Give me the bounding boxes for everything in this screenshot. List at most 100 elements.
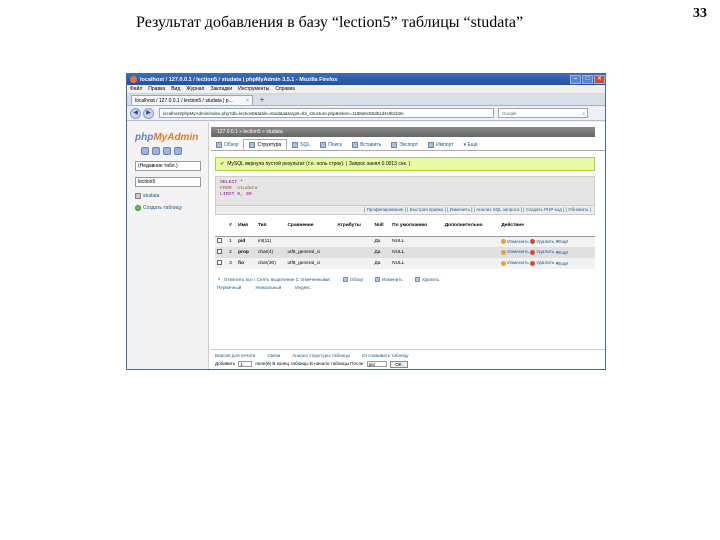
tab-import[interactable]: Импорт <box>423 139 458 150</box>
arrow-icon: ↳ <box>217 276 221 281</box>
menu-view[interactable]: Вид <box>171 86 180 92</box>
tab-more[interactable]: ▾ Ещё <box>459 139 483 150</box>
add-position-options[interactable]: поле(й) В конец таблицы В начало таблицы… <box>255 361 363 368</box>
delete-icon <box>530 260 536 266</box>
docs-icon[interactable] <box>163 147 171 155</box>
unique-button[interactable]: Уникальный <box>255 285 281 290</box>
col-collation[interactable]: Сравнение <box>285 222 336 237</box>
menu-help[interactable]: Справка <box>275 86 295 92</box>
more-link[interactable]: ▾Ещё <box>556 240 568 245</box>
breadcrumb[interactable]: 127.0.0.1 » lection5 » studata <box>211 127 595 137</box>
table-row: 1 pid int(11) Да NULL Изменить Удалить ▾… <box>215 236 595 247</box>
structure-table: # Имя Тип Сравнение Атрибуты Null По умо… <box>215 222 595 269</box>
menu-edit[interactable]: Правка <box>148 86 165 92</box>
col-extra[interactable]: Дополнительно <box>442 222 500 237</box>
create-table-link[interactable]: Создать таблицу <box>135 205 208 211</box>
browser-screenshot: localhost / 127.0.0.1 / lection5 / studa… <box>126 73 606 370</box>
col-name[interactable]: Имя <box>236 222 256 237</box>
sql-links[interactable]: [ Профилирование ] [ Быстрая правка ] [ … <box>215 206 595 215</box>
tab-close-icon[interactable]: × <box>246 98 249 104</box>
browse-selected-button[interactable]: Обзор <box>342 276 363 282</box>
search-box[interactable]: Google ⌕ <box>498 108 588 118</box>
firefox-icon <box>130 76 137 83</box>
select-all-link[interactable]: Отметить все / Снять выделение С отмечен… <box>224 277 331 282</box>
sql-icon[interactable] <box>152 147 160 155</box>
col-num: # <box>227 222 237 237</box>
settings-icon[interactable] <box>174 147 182 155</box>
sidebar-table-studata[interactable]: studata <box>135 193 208 199</box>
delete-link[interactable]: Удалить <box>530 238 555 245</box>
change-selected-button[interactable]: Изменить <box>375 276 403 282</box>
delete-selected-button[interactable]: Удалить <box>414 276 439 282</box>
add-count-input[interactable]: 1 <box>238 361 253 367</box>
menu-bookmarks[interactable]: Закладки <box>210 86 232 92</box>
table-row: 3 fio char(30) utf8_general_ci Да NULL И… <box>215 258 595 269</box>
success-message: ✔ MySQL вернула пустой результат (т.е. н… <box>215 157 595 171</box>
more-link[interactable]: ▾Ещё <box>556 250 568 255</box>
menu-tools[interactable]: Инструменты <box>238 86 269 92</box>
col-null[interactable]: Null <box>372 222 391 237</box>
tab-browse[interactable]: Обзор <box>211 139 243 150</box>
pma-main: 127.0.0.1 » lection5 » studata Обзор Стр… <box>211 122 605 369</box>
delete-link[interactable]: Удалить <box>530 249 555 255</box>
tab-sql[interactable]: SQL <box>287 139 315 150</box>
primary-button[interactable]: Первичный <box>217 285 241 290</box>
pma-sidebar: phpMyAdmin (Недавние табл.) lection5 stu… <box>127 122 209 369</box>
back-button[interactable]: ◀ <box>130 107 141 119</box>
row-checkbox[interactable] <box>217 249 222 254</box>
browse-icon <box>342 276 348 282</box>
delete-icon <box>414 276 420 282</box>
tab-bar: localhost / 127.0.0.1 / lection5 / studa… <box>127 94 605 106</box>
col-default[interactable]: По умолчанию <box>390 222 443 237</box>
edit-link[interactable]: Изменить <box>501 249 529 255</box>
pencil-icon <box>501 238 507 244</box>
tab-search[interactable]: Поиск <box>315 139 347 150</box>
index-actions: Первичный Уникальный Индекс <box>217 285 605 290</box>
delete-link[interactable]: Удалить <box>530 260 555 266</box>
browser-tab[interactable]: localhost / 127.0.0.1 / lection5 / studa… <box>131 95 253 105</box>
table-row: 2 prop char(4) utf8_general_ci Да NULL И… <box>215 247 595 258</box>
recent-tables-select[interactable]: (Недавние табл.) <box>135 161 201 171</box>
menu-history[interactable]: Журнал <box>186 86 204 92</box>
database-select[interactable]: lection5 <box>135 177 201 187</box>
slide-title: Результат добавления в базу “lection5” т… <box>136 14 524 31</box>
home-icon[interactable] <box>141 147 149 155</box>
forward-button[interactable]: ▶ <box>143 107 154 119</box>
track-table-link[interactable]: Отслеживать таблицу <box>362 353 409 358</box>
page-content: phpMyAdmin (Недавние табл.) lection5 stu… <box>127 122 605 369</box>
menu-bar: Файл Правка Вид Журнал Закладки Инструме… <box>127 85 605 94</box>
url-bar[interactable]: localhost/phpMyAdmin/index.php?db=lectio… <box>159 108 494 118</box>
pma-tabs: Обзор Структура SQL Поиск Вставить Экспо… <box>211 139 605 151</box>
row-checkbox[interactable] <box>217 238 222 244</box>
minimize-button[interactable]: – <box>570 75 581 84</box>
phpmyadmin-logo[interactable]: phpMyAdmin <box>135 132 208 143</box>
relations-link[interactable]: Связи <box>267 353 280 358</box>
index-button[interactable]: Индекс <box>295 285 310 290</box>
tab-export[interactable]: Экспорт <box>386 139 423 150</box>
edit-link[interactable]: Изменить <box>501 238 529 245</box>
ok-button[interactable]: OK <box>389 361 408 368</box>
analyze-structure-link[interactable]: Анализ структуры таблицы <box>292 353 350 358</box>
close-window-button[interactable]: × <box>594 75 605 84</box>
edit-link[interactable]: Изменить <box>501 260 529 266</box>
table-icon <box>135 193 141 199</box>
menu-file[interactable]: Файл <box>130 86 142 92</box>
after-column-select[interactable]: pid <box>366 361 387 367</box>
col-action: Действие <box>499 222 595 237</box>
print-view-link[interactable]: Версия для печати <box>215 353 255 358</box>
tab-insert[interactable]: Вставить <box>347 139 386 150</box>
row-checkbox[interactable] <box>217 260 222 265</box>
pencil-icon <box>375 276 381 282</box>
with-selected-bar: ↳ Отметить все / Снять выделение С отмеч… <box>217 276 605 282</box>
more-link[interactable]: ▾Ещё <box>556 261 568 266</box>
add-label: Добавить <box>215 361 236 366</box>
tab-structure[interactable]: Структура <box>243 139 288 150</box>
new-tab-button[interactable]: + <box>256 95 268 105</box>
col-type[interactable]: Тип <box>255 222 286 237</box>
sql-line-3: LIMIT 0, 30 <box>220 192 252 197</box>
sql-query-box: SELECT * FROM `studata` LIMIT 0, 30 <box>215 176 595 206</box>
search-icon[interactable]: ⌕ <box>582 109 585 117</box>
col-attributes[interactable]: Атрибуты <box>335 222 373 237</box>
maximize-button[interactable]: □ <box>582 75 593 84</box>
delete-icon <box>530 238 536 244</box>
